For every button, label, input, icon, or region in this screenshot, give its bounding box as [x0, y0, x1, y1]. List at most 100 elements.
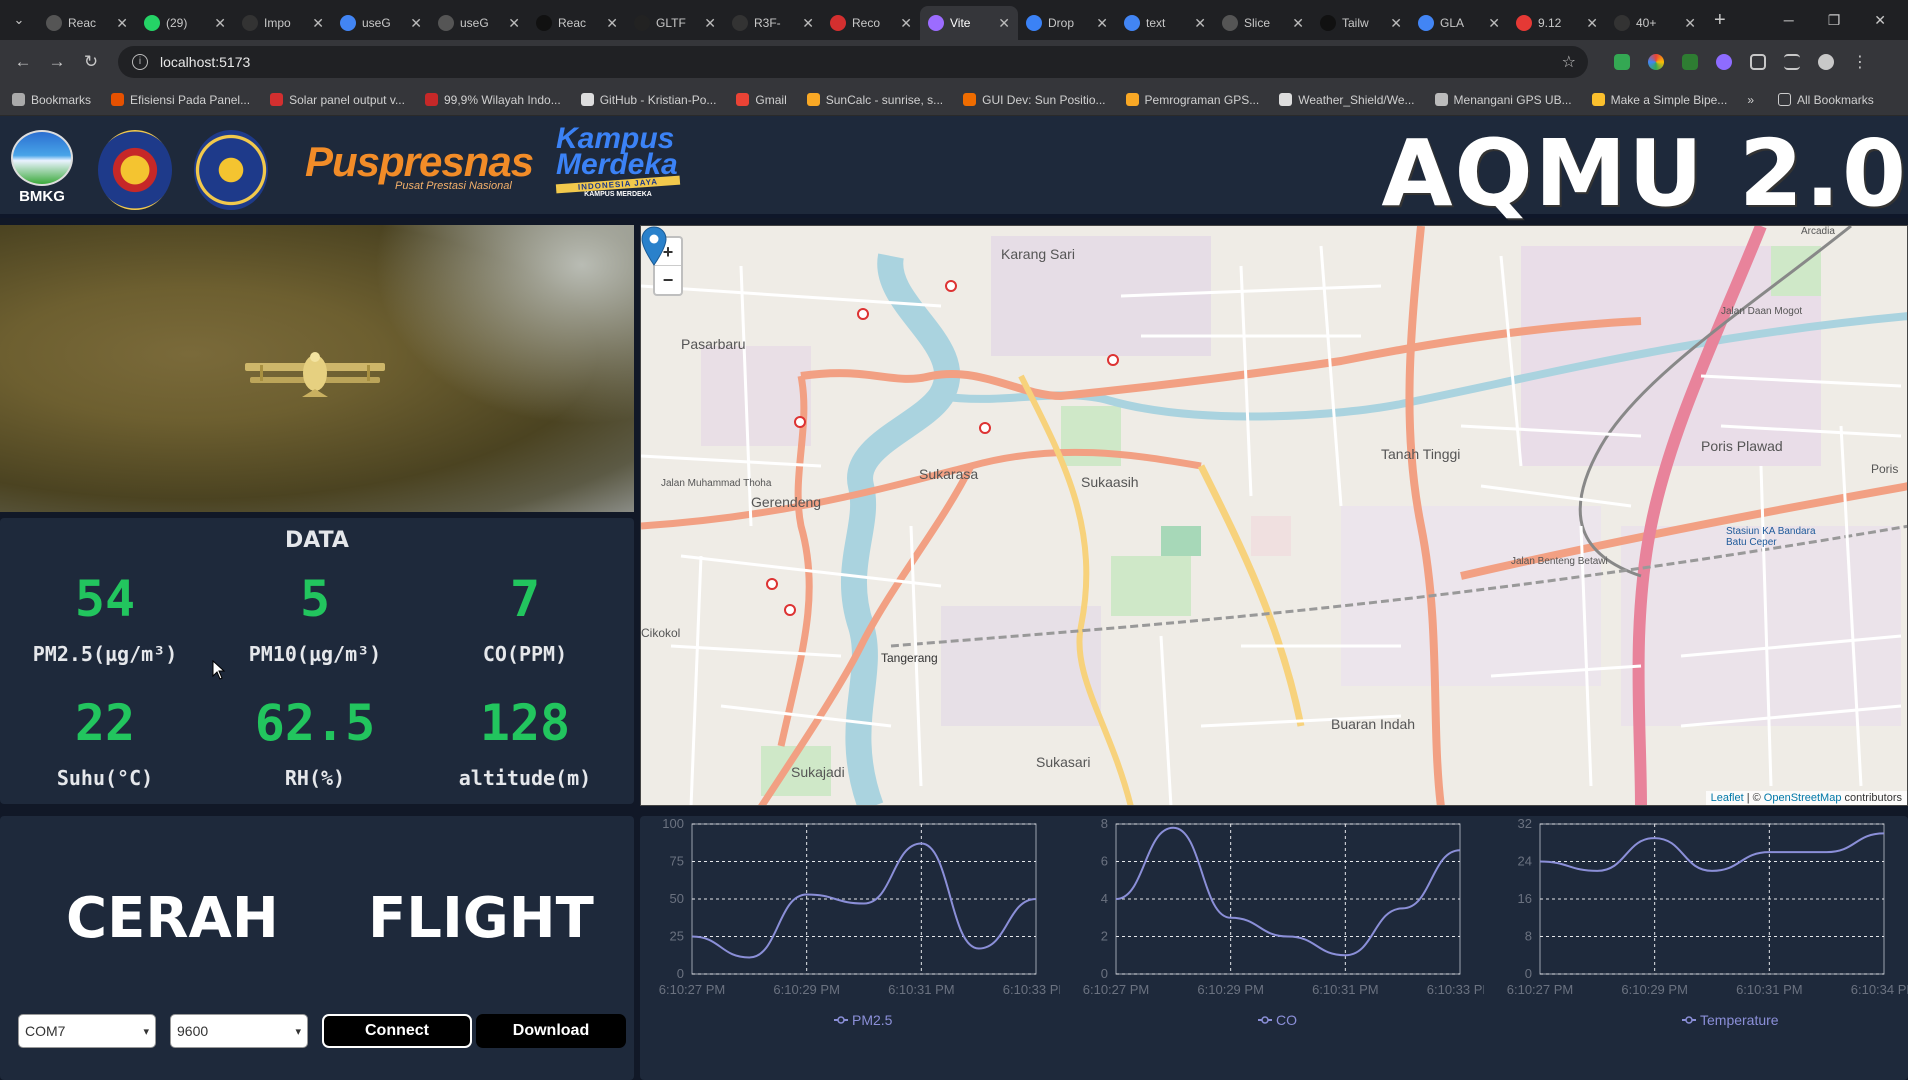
browser-tab[interactable]: Slice ✕ [1214, 6, 1312, 40]
browser-tab[interactable]: Reac ✕ [38, 6, 136, 40]
puspresnas-logo: Puspresnas Pusat Prestasi Nasional [305, 138, 534, 192]
extension-icon[interactable] [1716, 54, 1732, 70]
bookmark-item[interactable]: GUI Dev: Sun Positio... [963, 93, 1106, 107]
extensions-puzzle-icon[interactable] [1750, 54, 1766, 70]
bookmark-item[interactable]: Gmail [736, 93, 787, 107]
tab-favicon-icon [1026, 15, 1042, 31]
close-tab-icon[interactable]: ✕ [116, 15, 128, 32]
mouse-cursor-icon [212, 660, 226, 680]
browser-menu-icon[interactable]: ⋮ [1852, 52, 1868, 72]
tab-title: Slice [1244, 16, 1271, 30]
close-tab-icon[interactable]: ✕ [1194, 15, 1206, 32]
browser-tab[interactable]: Vite ✕ [920, 6, 1018, 40]
browser-tab[interactable]: 40+ ✕ [1606, 6, 1704, 40]
close-tab-icon[interactable]: ✕ [606, 15, 618, 32]
profile-avatar-icon[interactable] [1818, 54, 1834, 70]
download-button[interactable]: Download [476, 1014, 626, 1048]
close-window-icon[interactable]: ✕ [1874, 12, 1886, 29]
bookmark-favicon-icon [580, 93, 594, 106]
bookmark-item[interactable]: SunCalc - sunrise, s... [806, 93, 943, 107]
connect-button[interactable]: Connect [322, 1014, 472, 1048]
map-label: Jalan Benteng Betawi [1511, 556, 1608, 567]
tab-search-icon[interactable]: ⌄ [0, 0, 38, 40]
restore-icon[interactable]: ❐ [1828, 12, 1841, 29]
bookmark-item[interactable]: Make a Simple Bipe... [1591, 93, 1727, 107]
new-tab-icon[interactable]: + [1714, 9, 1726, 32]
browser-tab[interactable]: text ✕ [1116, 6, 1214, 40]
legend-label[interactable]: Temperature [1700, 1012, 1779, 1028]
chevron-down-icon: ▾ [295, 1025, 301, 1038]
close-tab-icon[interactable]: ✕ [312, 15, 324, 32]
bookmark-star-icon[interactable]: ☆ [1562, 52, 1576, 72]
browser-tab[interactable]: Tailw ✕ [1312, 6, 1410, 40]
close-tab-icon[interactable]: ✕ [1586, 15, 1598, 32]
browser-tab[interactable]: 9.12 ✕ [1508, 6, 1606, 40]
close-tab-icon[interactable]: ✕ [508, 15, 520, 32]
browser-tab[interactable]: useG ✕ [332, 6, 430, 40]
close-tab-icon[interactable]: ✕ [1488, 15, 1500, 32]
extension-icon[interactable] [1648, 54, 1664, 70]
close-tab-icon[interactable]: ✕ [998, 15, 1010, 32]
bookmark-item[interactable]: Bookmarks [12, 93, 91, 107]
site-info-icon[interactable]: i [132, 54, 148, 70]
close-tab-icon[interactable]: ✕ [900, 15, 912, 32]
close-tab-icon[interactable]: ✕ [1292, 15, 1304, 32]
all-bookmarks-folder[interactable]: All Bookmarks [1778, 93, 1874, 107]
browser-tab[interactable]: Reac ✕ [528, 6, 626, 40]
browser-tab[interactable]: Reco ✕ [822, 6, 920, 40]
map-label: Cikokol [641, 626, 681, 640]
bookmark-favicon-icon [111, 93, 125, 106]
browser-tab[interactable]: (29) ✕ [136, 6, 234, 40]
close-tab-icon[interactable]: ✕ [1684, 15, 1696, 32]
close-tab-icon[interactable]: ✕ [704, 15, 716, 32]
y-tick-label: 8 [1101, 816, 1108, 831]
tab-title: Reac [68, 16, 97, 30]
media-icon[interactable] [1784, 54, 1800, 70]
close-tab-icon[interactable]: ✕ [802, 15, 814, 32]
bookmark-item[interactable]: Menangani GPS UB... [1434, 93, 1572, 107]
zoom-out-button[interactable]: − [655, 266, 681, 294]
browser-tab[interactable]: Drop ✕ [1018, 6, 1116, 40]
bookmark-item[interactable]: Pemrograman GPS... [1125, 93, 1259, 107]
bookmark-item[interactable]: GitHub - Kristian-Po... [580, 93, 716, 107]
minimize-icon[interactable]: ─ [1784, 12, 1794, 29]
y-tick-label: 25 [670, 929, 684, 944]
metric-label: Suhu(°C) [56, 766, 154, 790]
osm-link[interactable]: OpenStreetMap [1764, 792, 1842, 804]
bookmark-item[interactable]: Efisiensi Pada Panel... [111, 93, 250, 107]
baud-select[interactable]: 9600 ▾ [170, 1014, 308, 1048]
bookmark-item[interactable]: Weather_Shield/We... [1279, 93, 1415, 107]
leaflet-link[interactable]: Leaflet [1711, 792, 1744, 804]
legend-label[interactable]: CO [1276, 1012, 1297, 1028]
bookmark-item[interactable]: 99,9% Wilayah Indo... [424, 93, 561, 107]
extension-icon[interactable] [1682, 54, 1698, 70]
back-icon[interactable]: ← [6, 52, 40, 72]
y-tick-label: 0 [1525, 966, 1532, 981]
y-tick-label: 50 [670, 891, 684, 906]
browser-tab[interactable]: GLTF ✕ [626, 6, 724, 40]
reload-icon[interactable]: ↻ [74, 52, 108, 72]
metric-label: PM10(µg/m³) [248, 642, 382, 666]
forward-icon[interactable]: → [40, 52, 74, 72]
map-label: Tangerang [881, 651, 938, 665]
browser-tab[interactable]: R3F- ✕ [724, 6, 822, 40]
location-map[interactable]: Karang Sari Pasarbaru Sukarasa Gerendeng… [640, 225, 1908, 806]
browser-tab[interactable]: GLA ✕ [1410, 6, 1508, 40]
bookmark-item[interactable]: Solar panel output v... [270, 93, 405, 107]
url-bar[interactable]: i localhost:5173 ☆ [118, 46, 1588, 78]
close-tab-icon[interactable]: ✕ [1096, 15, 1108, 32]
location-pin-icon[interactable] [641, 226, 667, 266]
legend-label[interactable]: PM2.5 [852, 1012, 893, 1028]
tab-title: Reco [852, 16, 881, 30]
extension-icon[interactable] [1614, 54, 1630, 70]
close-tab-icon[interactable]: ✕ [1390, 15, 1402, 32]
tab-favicon-icon [732, 15, 748, 31]
port-select[interactable]: COM7 ▾ [18, 1014, 156, 1048]
close-tab-icon[interactable]: ✕ [214, 15, 226, 32]
browser-tab[interactable]: useG ✕ [430, 6, 528, 40]
map-label: Tanah Tinggi [1381, 446, 1461, 462]
close-tab-icon[interactable]: ✕ [410, 15, 422, 32]
browser-tab[interactable]: Impo ✕ [234, 6, 332, 40]
institution-seal-logo [98, 130, 172, 210]
more-bookmarks-icon[interactable]: » [1747, 93, 1754, 107]
